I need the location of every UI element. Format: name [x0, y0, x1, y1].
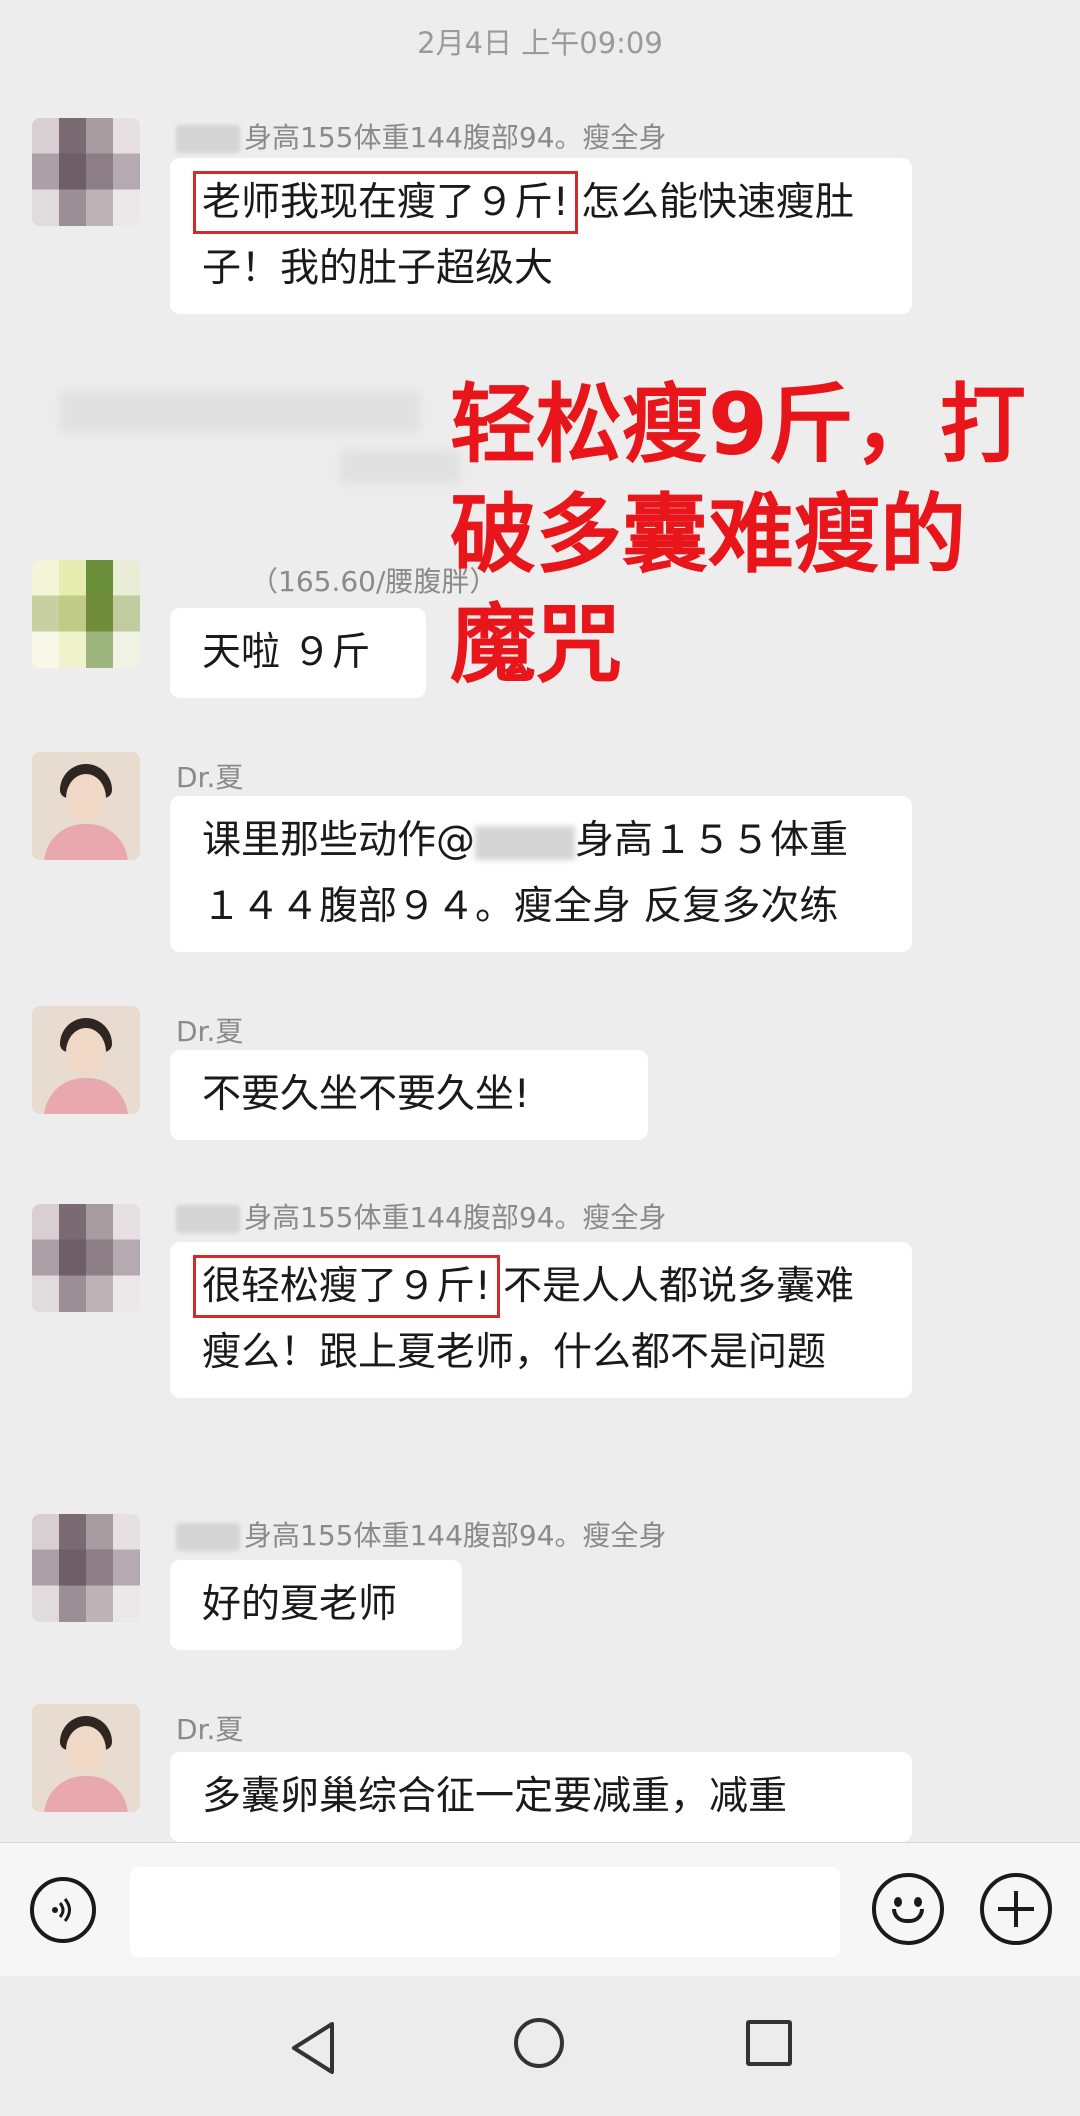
sender-name: 身高155体重144腹部94。瘦全身: [176, 116, 667, 156]
emoji-mouth: [892, 1909, 924, 1923]
emoji-eye: [914, 1897, 922, 1907]
plus-icon[interactable]: [980, 1873, 1052, 1945]
avatar[interactable]: [32, 118, 140, 226]
avatar-face: [66, 774, 106, 822]
avatar-body: [44, 1776, 128, 1812]
message-bubble[interactable]: 好的夏老师: [170, 1560, 462, 1650]
message-bubble[interactable]: 老师我现在瘦了９斤! 怎么能快速瘦肚子！我的肚子超级大: [170, 158, 912, 314]
sender-name: Dr.夏: [176, 1713, 244, 1746]
blurred-name: [60, 392, 420, 432]
chat-screen: 2月4日 上午09:09 身高155体重144腹部94。瘦全身 老师我现在瘦了９…: [0, 0, 1080, 2116]
home-icon[interactable]: [514, 2018, 564, 2068]
emoji-icon[interactable]: [872, 1873, 944, 1945]
avatar[interactable]: [32, 752, 140, 860]
sender-name-text: 身高155体重144腹部94。瘦全身: [244, 1519, 667, 1552]
blurred-name: [176, 1523, 240, 1551]
recent-apps-icon[interactable]: [746, 2020, 792, 2066]
message-text: 好的夏老师: [202, 1582, 398, 1627]
highlighted-text: 老师我现在瘦了９斤!: [193, 171, 578, 234]
message-bubble[interactable]: 天啦 ９斤: [170, 608, 426, 698]
avatar-body: [44, 824, 128, 860]
sender-name: 身高155体重144腹部94。瘦全身: [176, 1514, 667, 1554]
voice-icon[interactable]: [30, 1877, 96, 1943]
highlighted-text: 很轻松瘦了９斤!: [193, 1255, 500, 1318]
message-bubble[interactable]: 不要久坐不要久坐!: [170, 1050, 648, 1140]
avatar[interactable]: [32, 1006, 140, 1114]
avatar-body: [44, 1078, 128, 1114]
message-bubble[interactable]: 很轻松瘦了９斤! 不是人人都说多囊难瘦么！跟上夏老师，什么都不是问题: [170, 1242, 912, 1398]
sender-name-text: 身高155体重144腹部94。瘦全身: [244, 1201, 667, 1234]
avatar-face: [66, 1028, 106, 1076]
sender-name: Dr.夏: [176, 1015, 244, 1048]
sender-name: 身高155体重144腹部94。瘦全身: [176, 1196, 667, 1236]
sender-name-text: 身高155体重144腹部94。瘦全身: [244, 121, 667, 154]
message-input[interactable]: [130, 1867, 840, 1957]
message-bubble[interactable]: 课里那些动作@ 身高１５５体重１４４腹部９４。瘦全身 反复多次练: [170, 796, 912, 952]
blurred-name: [340, 450, 460, 484]
voice-icon-glyph: [52, 1898, 71, 1922]
avatar[interactable]: [32, 1204, 140, 1312]
input-bar: [0, 1842, 1080, 1977]
blurred-name: [176, 1205, 240, 1233]
avatar[interactable]: [32, 1704, 140, 1812]
message-text: 天啦 ９斤: [202, 630, 371, 675]
sender-name: Dr.夏: [176, 761, 244, 794]
overlay-caption: 轻松瘦9斤，打破多囊难瘦的魔咒: [450, 375, 1026, 695]
avatar[interactable]: [32, 560, 140, 668]
emoji-eye: [894, 1897, 902, 1907]
avatar-face: [66, 1726, 106, 1774]
message-text: 不要久坐不要久坐!: [202, 1072, 530, 1117]
blurred-mention: [475, 825, 576, 860]
message-text: 多囊卵巢综合征一定要减重，减重: [202, 1774, 788, 1819]
blurred-name: [176, 125, 240, 153]
message-text: 课里那些动作@: [202, 818, 476, 863]
system-nav-bar: [0, 1976, 1080, 2116]
message-bubble[interactable]: 多囊卵巢综合征一定要减重，减重: [170, 1752, 912, 1842]
back-icon[interactable]: [288, 2020, 338, 2076]
timestamp: 2月4日 上午09:09: [417, 26, 663, 60]
avatar[interactable]: [32, 1514, 140, 1622]
